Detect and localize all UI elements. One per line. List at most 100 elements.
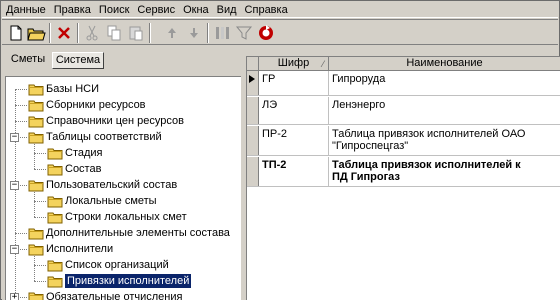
- open-folder-icon[interactable]: [26, 23, 46, 43]
- folder-icon: [47, 258, 63, 272]
- tree-connector: [34, 192, 35, 217]
- current-row-arrow-icon: [249, 75, 255, 83]
- row-indicator: [247, 126, 259, 155]
- toolbar-separator: [149, 23, 151, 43]
- collapse-icon[interactable]: −: [10, 133, 19, 142]
- tree-connector: [34, 169, 46, 170]
- toolbar-separator: [207, 23, 209, 43]
- tree-connector: [34, 153, 46, 154]
- tree-node[interactable]: − Исполнители: [6, 241, 241, 257]
- move-down-icon[interactable]: [184, 23, 204, 43]
- tree-node-label: Справочники цен ресурсов: [46, 115, 184, 127]
- tree-connector: [15, 233, 27, 234]
- menu-search[interactable]: Поиск: [95, 3, 133, 17]
- tree-child-node[interactable]: Строки локальных смет: [6, 209, 241, 225]
- tree-child-node[interactable]: Локальные сметы: [6, 193, 241, 209]
- tree-connector: [34, 256, 35, 281]
- tree-connector: [15, 121, 27, 122]
- menu-view[interactable]: Вид: [213, 3, 241, 17]
- collapse-icon[interactable]: −: [10, 245, 19, 254]
- toolbar-separator: [49, 23, 51, 43]
- tree-node[interactable]: − Таблицы соответствий: [6, 129, 241, 145]
- expand-icon[interactable]: +: [10, 293, 19, 300]
- system-tree[interactable]: Базы НСИ Сборники ресурсов Справочники цен…: [5, 76, 241, 300]
- tree-node[interactable]: Базы НСИ: [6, 81, 241, 97]
- tree-connector: [34, 265, 46, 266]
- tree-node[interactable]: Сборники ресурсов: [6, 97, 241, 113]
- columns-icon[interactable]: [212, 23, 232, 43]
- cell-code[interactable]: ПР-2: [259, 126, 329, 155]
- folder-icon: [28, 290, 44, 300]
- row-indicator-header: [247, 57, 259, 71]
- folder-icon: [47, 274, 63, 288]
- app-window: Данные Правка Поиск Сервис Окна Вид Спра…: [0, 0, 560, 300]
- cell-code[interactable]: ЛЭ: [259, 97, 329, 124]
- cell-name[interactable]: Ленэнерго: [329, 97, 560, 124]
- collapse-icon[interactable]: −: [10, 181, 19, 190]
- new-document-icon[interactable]: [6, 23, 26, 43]
- tree-node-label: Базы НСИ: [46, 83, 100, 95]
- tree-node-label: Таблицы соответствий: [46, 131, 162, 143]
- sort-indicator-icon: ⁄: [322, 59, 324, 69]
- folder-icon: [28, 130, 44, 144]
- folder-icon: [28, 82, 44, 96]
- cell-name[interactable]: Гипроруда: [329, 71, 560, 95]
- tree-connector: [34, 144, 35, 169]
- table-row[interactable]: ГР Гипроруда: [247, 71, 560, 96]
- tree-connector: [34, 217, 46, 218]
- column-header-name[interactable]: Наименование: [329, 57, 560, 71]
- move-up-icon[interactable]: [162, 23, 182, 43]
- folder-icon: [47, 146, 63, 160]
- cut-icon[interactable]: [82, 23, 102, 43]
- tab-sistema[interactable]: Система: [52, 52, 104, 69]
- folder-icon: [28, 178, 44, 192]
- refresh-icon[interactable]: [256, 23, 276, 43]
- delete-icon[interactable]: [54, 23, 74, 43]
- tree-node-label: Сборники ресурсов: [46, 99, 146, 111]
- menu-service[interactable]: Сервис: [133, 3, 179, 17]
- toolbar-separator: [77, 23, 79, 43]
- tree-node[interactable]: − Пользовательский состав: [6, 177, 241, 193]
- column-header-code[interactable]: Шифр ⁄: [259, 57, 329, 71]
- data-grid: Шифр ⁄ Наименование ГР Гипроруда ЛЭ Ленэ…: [246, 56, 560, 300]
- menu-help[interactable]: Справка: [241, 3, 292, 17]
- tree-node-label: Список организаций: [65, 259, 169, 271]
- tree-node-label: Пользовательский состав: [46, 179, 178, 191]
- tree-node[interactable]: Дополнительные элементы состава: [6, 225, 241, 241]
- cell-code[interactable]: ГР: [259, 71, 329, 95]
- filter-icon[interactable]: [234, 23, 254, 43]
- menu-data[interactable]: Данные: [2, 3, 50, 17]
- menu-bar: Данные Правка Поиск Сервис Окна Вид Спра…: [2, 2, 558, 18]
- tab-smety[interactable]: Сметы: [6, 52, 50, 69]
- table-row[interactable]: ТП-2 Таблица привязок исполнителей к ПД …: [247, 157, 560, 187]
- tree-node[interactable]: Справочники цен ресурсов: [6, 113, 241, 129]
- tree-node-label: Локальные сметы: [65, 195, 157, 207]
- column-header-code-label: Шифр: [277, 57, 310, 69]
- table-row[interactable]: ПР-2 Таблица привязок исполнителей ОАО "…: [247, 126, 560, 156]
- cell-code[interactable]: ТП-2: [259, 157, 329, 186]
- table-row[interactable]: ЛЭ Ленэнерго: [247, 97, 560, 125]
- tree-child-node[interactable]: Состав: [6, 161, 241, 177]
- cell-name[interactable]: Таблица привязок исполнителей ОАО "Гипро…: [329, 126, 560, 155]
- tree-node[interactable]: + Обязательные отчисления: [6, 289, 241, 300]
- tree-child-node[interactable]: Стадия: [6, 145, 241, 161]
- menu-windows[interactable]: Окна: [179, 3, 213, 17]
- copy-icon[interactable]: [104, 23, 124, 43]
- tree-node-label: Состав: [65, 163, 102, 175]
- tree-node-label: Обязательные отчисления: [46, 291, 183, 300]
- folder-icon: [47, 194, 63, 208]
- tree-node-label: Строки локальных смет: [65, 211, 187, 223]
- tree-child-node[interactable]: Привязки исполнителей: [6, 273, 241, 289]
- tree-connector: [15, 105, 27, 106]
- folder-icon: [47, 210, 63, 224]
- tree-connector: [34, 281, 46, 282]
- folder-icon: [28, 226, 44, 240]
- tree-child-node[interactable]: Список организаций: [6, 257, 241, 273]
- folder-icon: [28, 98, 44, 112]
- tree-node-label: Привязки исполнителей: [65, 274, 192, 288]
- folder-icon: [28, 114, 44, 128]
- menu-edit[interactable]: Правка: [50, 3, 95, 17]
- tree-node-label: Стадия: [65, 147, 103, 159]
- cell-name[interactable]: Таблица привязок исполнителей к ПД Гипро…: [329, 157, 560, 186]
- paste-icon[interactable]: [126, 23, 146, 43]
